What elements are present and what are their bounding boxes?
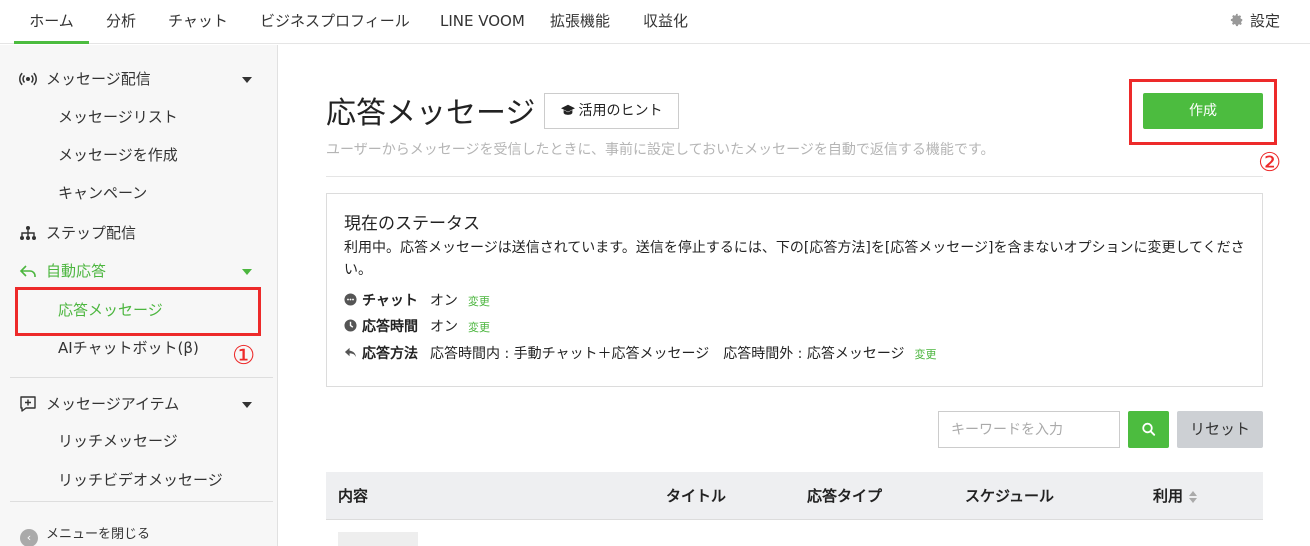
step-tree-icon	[20, 226, 36, 240]
sidebar-item-message-delivery[interactable]: メッセージ配信	[0, 61, 277, 97]
sort-icon[interactable]	[1189, 490, 1198, 503]
status-label: 応答方法	[362, 346, 418, 362]
sidebar-divider	[10, 377, 273, 378]
sidebar-item-message-list[interactable]: メッセージリスト	[0, 99, 277, 135]
sidebar-item-create-message[interactable]: メッセージを作成	[0, 137, 277, 173]
sidebar-label: ステップ配信	[46, 224, 137, 242]
hint-button-label: 活用のヒント	[578, 103, 663, 119]
annotation-number-2: ②	[1258, 148, 1282, 178]
sidebar-item-campaign[interactable]: キャンペーン	[0, 175, 277, 211]
tab-extensions[interactable]: 拡張機能	[550, 0, 610, 44]
status-panel: 現在のステータス 利用中。応答メッセージは送信されています。送信を停止するには、…	[326, 193, 1263, 387]
top-navigation: ホーム 分析 チャット ビジネスプロフィール LINE VOOM 拡張機能 収益…	[0, 0, 1310, 44]
chevron-left-icon: ‹	[20, 529, 38, 546]
sidebar-item-rich-video-message[interactable]: リッチビデオメッセージ	[0, 462, 277, 498]
status-value: オン	[429, 293, 458, 309]
search-button[interactable]	[1128, 411, 1169, 448]
sidebar-label: メッセージアイテム	[46, 395, 180, 413]
status-label: 応答時間	[362, 319, 418, 335]
sidebar-item-auto-response[interactable]: 自動応答	[0, 253, 277, 289]
status-value: 応答時間内 : 手動チャット＋応答メッセージ 応答時間外 : 応答メッセージ	[430, 346, 905, 362]
status-row-chat: チャット オン 変更	[344, 291, 490, 311]
status-label: チャット	[362, 293, 418, 309]
chevron-down-icon	[242, 77, 252, 83]
close-menu-label: メニューを閉じる	[46, 527, 151, 542]
sidebar-item-step-delivery[interactable]: ステップ配信	[0, 215, 277, 251]
status-row-method: 応答方法 応答時間内 : 手動チャット＋応答メッセージ 応答時間外 : 応答メッセ…	[344, 344, 937, 364]
sidebar-label: メッセージ配信	[46, 70, 151, 88]
tab-monetization[interactable]: 収益化	[643, 0, 688, 44]
change-link[interactable]: 変更	[468, 295, 490, 308]
keyword-search-input[interactable]	[938, 411, 1120, 448]
column-header-title: タイトル	[666, 487, 727, 505]
hint-button[interactable]: 活用のヒント	[544, 93, 679, 129]
broadcast-icon	[19, 72, 37, 86]
table-row-thumbnail	[338, 532, 418, 546]
divider	[326, 176, 1263, 177]
settings-link[interactable]: 設定	[1230, 0, 1280, 44]
graduation-cap-icon	[560, 104, 575, 115]
settings-label: 設定	[1249, 12, 1280, 30]
annotation-highlight-box	[1129, 79, 1277, 145]
chevron-down-icon	[242, 269, 252, 275]
status-title: 現在のステータス	[344, 214, 480, 234]
message-plus-icon	[20, 396, 36, 412]
status-description: 利用中。応答メッセージは送信されています。送信を停止するには、下の[応答方法]を…	[344, 240, 1245, 278]
gear-icon	[1230, 13, 1243, 27]
column-header-usage[interactable]: 利用	[1153, 472, 1198, 520]
column-header-usage-label: 利用	[1153, 487, 1184, 505]
tab-analytics[interactable]: 分析	[106, 0, 136, 44]
sidebar-divider	[10, 501, 273, 502]
chat-bubble-icon	[344, 293, 357, 306]
sidebar-item-message-items[interactable]: メッセージアイテム	[0, 386, 277, 422]
annotation-highlight-box	[15, 287, 261, 336]
page-title: 応答メッセージ	[326, 96, 536, 131]
chevron-down-icon	[242, 402, 252, 408]
change-link[interactable]: 変更	[915, 348, 937, 361]
page-description: ユーザーからメッセージを受信したときに、事前に設定しておいたメッセージを自動で返…	[326, 142, 995, 158]
tab-home[interactable]: ホーム	[14, 0, 89, 44]
reply-icon	[344, 347, 357, 358]
sidebar-item-rich-message[interactable]: リッチメッセージ	[0, 423, 277, 459]
tab-chat[interactable]: チャット	[168, 0, 228, 44]
annotation-number-1: ①	[232, 341, 256, 371]
table-header: 内容 タイトル 応答タイプ スケジュール 利用	[326, 472, 1263, 520]
reset-button[interactable]: リセット	[1177, 411, 1263, 448]
search-icon	[1142, 422, 1156, 436]
change-link[interactable]: 変更	[468, 321, 490, 334]
column-header-schedule: スケジュール	[965, 487, 1054, 505]
column-header-response-type: 応答タイプ	[807, 487, 883, 505]
clock-icon	[344, 319, 357, 332]
close-menu-button[interactable]: ‹ メニューを閉じる	[20, 523, 150, 546]
status-row-hours: 応答時間 オン 変更	[344, 317, 490, 337]
reply-icon	[19, 265, 36, 277]
status-value: オン	[430, 319, 458, 335]
sidebar-label: 自動応答	[46, 262, 107, 280]
tab-business-profile[interactable]: ビジネスプロフィール	[260, 0, 410, 44]
tab-line-voom[interactable]: LINE VOOM	[440, 0, 525, 44]
column-header-content: 内容	[338, 487, 369, 505]
